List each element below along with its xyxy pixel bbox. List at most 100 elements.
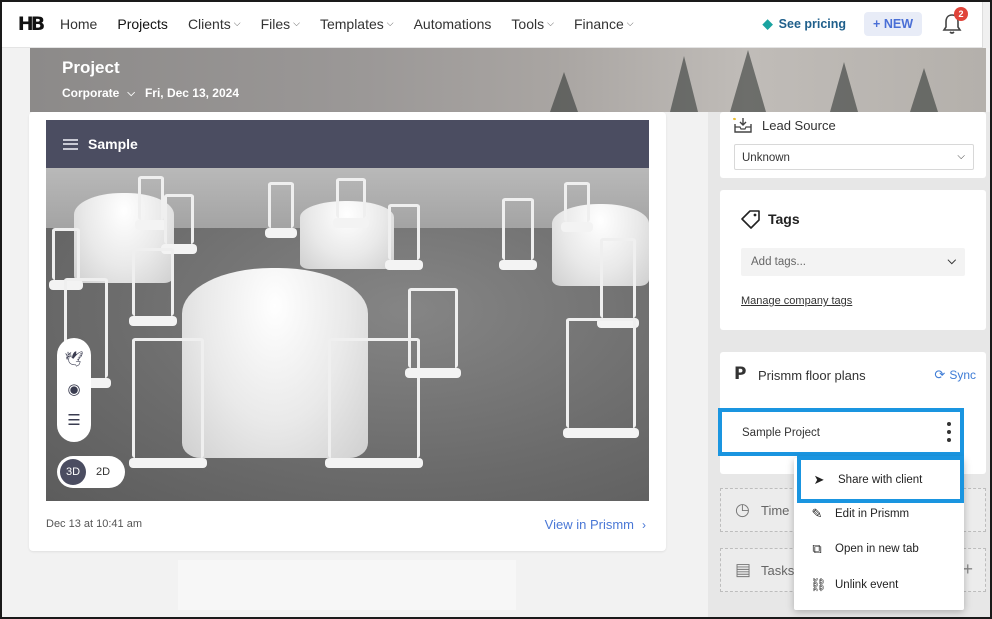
chair [49,228,83,290]
chevron-right-icon: › [642,517,646,532]
2d-mode-button[interactable]: 2D [86,466,120,478]
chair [325,338,423,468]
chair [265,182,297,238]
sync-label: Sync [949,368,976,382]
sliders-icon[interactable]: ☰ [67,413,80,428]
floor-plan-viewer[interactable]: Sample 🕊 ◉ ☰ 3D 2D [46,120,649,501]
chevron-down-icon: ⌵ [947,255,956,267]
chair [385,204,423,270]
more-options-icon[interactable] [946,422,952,442]
project-date[interactable]: Fri, Dec 13, 2024 [145,86,239,100]
nav-item-label: Finance [573,15,624,32]
project-meta: Corporate ⌵ Fri, Dec 13, 2024 [62,86,239,100]
nav-item-templates[interactable]: Templates ⌵ [320,16,394,32]
tree-decoration [670,56,698,112]
nav-item-label: Tools [511,15,545,32]
dove-icon[interactable]: 🕊 [64,352,83,367]
tags-title: Tags [768,211,800,227]
tags-input[interactable]: Add tags... ⌵ [741,248,965,276]
sync-button[interactable]: ⟳ Sync [934,367,976,383]
viewer-header: Sample [46,120,649,168]
new-button-label: NEW [883,17,913,31]
3d-mode-button[interactable]: 3D [60,459,86,485]
company-selector[interactable]: Corporate [62,86,119,100]
chevron-down-icon: ⌵ [957,151,965,162]
add-task-icon[interactable]: + [962,559,973,580]
nav-item-home[interactable]: Home [60,16,97,32]
chair [561,182,593,232]
external-link-icon: ⧉ [812,541,822,556]
view-mode-toggle: 3D 2D [57,456,125,488]
tags-panel: Tags Add tags... ⌵ Manage company tags [720,190,986,330]
share-with-client-item[interactable]: ➤ Share with client [797,456,964,503]
manage-tags-link[interactable]: Manage company tags [741,295,852,307]
nav-actions: ◆ See pricing + NEW 2 [763,0,992,48]
clock-icon: ◷ [735,500,750,519]
clipboard-icon: ▤ [735,560,752,579]
menu-item-label: Edit in Prismm [835,508,910,520]
menu-item-label: Open in new tab [835,543,919,555]
nav-item-label: Files [260,15,291,32]
chevron-down-icon: ⌵ [626,18,634,28]
chevron-down-icon: ⌵ [233,18,241,28]
pencil-icon: ✎ [811,506,823,521]
chair [499,198,537,270]
inbox-download-icon [733,117,752,133]
nav-item-files[interactable]: Files ⌵ [261,16,300,32]
nav-item-label: Home [60,15,98,32]
chair [161,194,197,254]
3d-scene[interactable]: 🕊 ◉ ☰ 3D 2D [46,168,649,501]
lead-source-panel: Lead Source Unknown ⌵ [720,112,986,178]
chevron-down-icon[interactable]: ⌵ [127,88,135,99]
menu-item-label: Share with client [838,473,923,486]
prismm-title: Prismm floor plans [758,368,866,383]
time-label: Time [761,503,790,518]
tags-placeholder: Add tags... [751,256,806,268]
tree-decoration [550,72,578,112]
view-in-prismm-link[interactable]: View in Prismm › [545,517,646,532]
floor-plan-card: Sample 🕊 ◉ ☰ 3D 2D Dec 13 at 10:41 am Vi… [29,112,666,551]
chevron-down-icon: ⌵ [547,18,554,28]
nav-item-finance[interactable]: Finance ⌵ [574,16,634,32]
chevron-down-icon: ⌵ [293,18,300,28]
nav-item-tools[interactable]: Tools ⌵ [511,16,554,32]
open-new-tab-item[interactable]: ⧉ Open in new tab [794,531,964,567]
honeybook-logo[interactable]: HB [0,0,60,48]
tag-icon [741,210,760,229]
see-pricing-link[interactable]: ◆ See pricing [763,16,846,32]
floor-plan-timestamp: Dec 13 at 10:41 am [46,518,143,530]
chair [129,338,207,468]
nav-item-projects[interactable]: Projects [117,16,168,32]
top-navigation: HB Home Projects Clients ⌵ Files ⌵ Templat… [0,0,992,48]
unlink-event-item[interactable]: ⛓ Unlink event [794,567,964,603]
diamond-icon: ◆ [762,16,773,31]
project-name: Sample Project [742,427,820,439]
viewer-title: Sample [88,136,138,152]
compass-icon[interactable]: ◉ [67,382,80,397]
see-pricing-label: See pricing [778,17,847,31]
tree-decoration [830,62,858,112]
nav-item-clients[interactable]: Clients ⌵ [188,16,241,32]
tasks-label: Tasks [761,563,795,578]
menu-icon[interactable] [63,138,78,150]
lead-source-select[interactable]: Unknown ⌵ [734,144,974,170]
chair [129,248,177,326]
chair [563,318,639,438]
chevron-down-icon: ⌵ [386,18,394,28]
notifications-button[interactable]: 2 [942,7,968,35]
refresh-icon: ⟳ [934,367,946,382]
chair [135,176,167,230]
notification-badge: 2 [954,7,968,21]
nav-item-automations[interactable]: Automations [414,16,492,32]
scrollbar[interactable] [982,0,990,48]
chair [405,288,461,378]
prismm-project-row[interactable]: Sample Project [718,408,964,456]
new-button[interactable]: + NEW [864,12,922,36]
lead-source-value: Unknown [742,152,790,164]
nav-item-label: Projects [117,15,168,32]
nav-item-label: Templates [319,15,384,32]
chair [597,238,639,328]
nav-item-label: Clients [187,15,231,32]
project-header-banner: Project Corporate ⌵ Fri, Dec 13, 2024 [30,48,986,112]
tree-decoration [910,68,938,112]
